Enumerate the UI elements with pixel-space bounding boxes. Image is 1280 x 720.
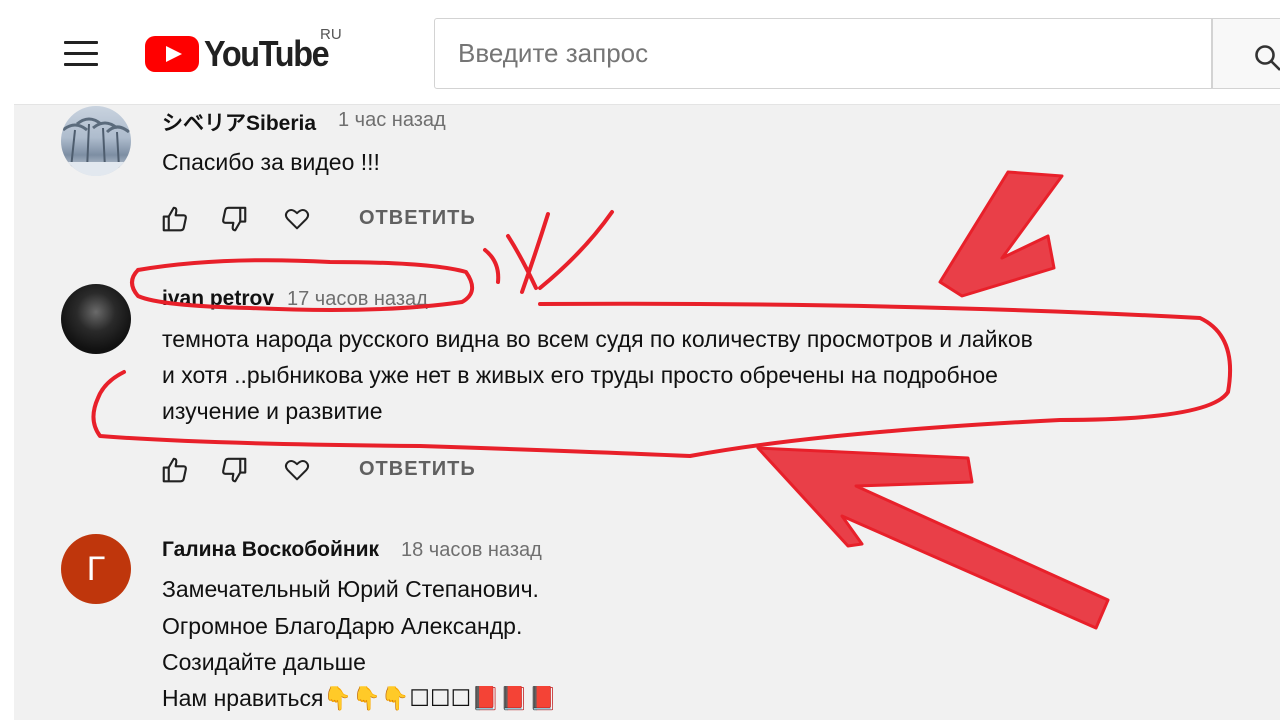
dislike-button[interactable] [219,204,249,239]
header-divider [14,104,1280,105]
menu-icon[interactable] [64,38,98,68]
comment-time[interactable]: 17 часов назад [287,288,428,311]
heart-icon [284,460,310,481]
thumb-down-icon [222,457,247,483]
like-button[interactable] [160,455,190,490]
dislike-button[interactable] [219,455,249,490]
avatar[interactable] [61,106,131,176]
comment-time[interactable]: 18 часов назад [401,539,542,562]
thumb-down-icon [222,206,247,232]
thumb-up-icon [162,457,187,483]
youtube-play-icon [145,36,199,72]
comment-text-line: Нам нравиться👇👇👇☐☐☐📕📕📕 [162,685,558,711]
avatar[interactable] [61,284,131,354]
arrow-icon [756,446,1110,630]
comment-text: Спасибо за видео !!! [162,149,380,175]
search-icon [1255,45,1280,71]
reply-button[interactable]: ОТВЕТИТЬ [359,207,476,230]
comment-text-line: Замечательный Юрий Степанович. [162,576,539,602]
comment-text-line: темнота народа русского видна во всем су… [162,326,1033,352]
annotation-scribble [483,210,614,294]
heart-button[interactable] [283,456,311,489]
comment-text-line: и хотя ..рыбникова уже нет в живых его т… [162,362,998,388]
logo-text: YouTube [204,33,330,74]
arrow-icon [938,170,1064,298]
heart-icon [284,209,310,230]
comment-text-line: изучение и развитие [162,398,383,424]
left-edge [0,0,14,720]
avatar[interactable]: Г [61,534,131,604]
heart-button[interactable] [283,205,311,238]
comment-author[interactable]: シベリアSiberia [162,107,316,137]
comment-author[interactable]: Галина Воскобойник [162,538,379,562]
reply-button[interactable]: ОТВЕТИТЬ [359,458,476,481]
comment-author[interactable]: ivan petrov [162,287,274,311]
top-bar: YouTube RU [0,0,1280,104]
comment-time[interactable]: 1 час назад [338,109,446,132]
palm-trees-image [61,117,131,176]
thumb-up-icon [162,206,187,232]
search-button[interactable] [1212,18,1280,89]
like-button[interactable] [160,204,190,239]
region-label: RU [320,26,342,43]
search-input[interactable] [434,18,1212,89]
comment-text-line: Огромное БлагоДарю Александр. [162,613,523,639]
comment-text-line: Созидайте дальше [162,649,366,675]
